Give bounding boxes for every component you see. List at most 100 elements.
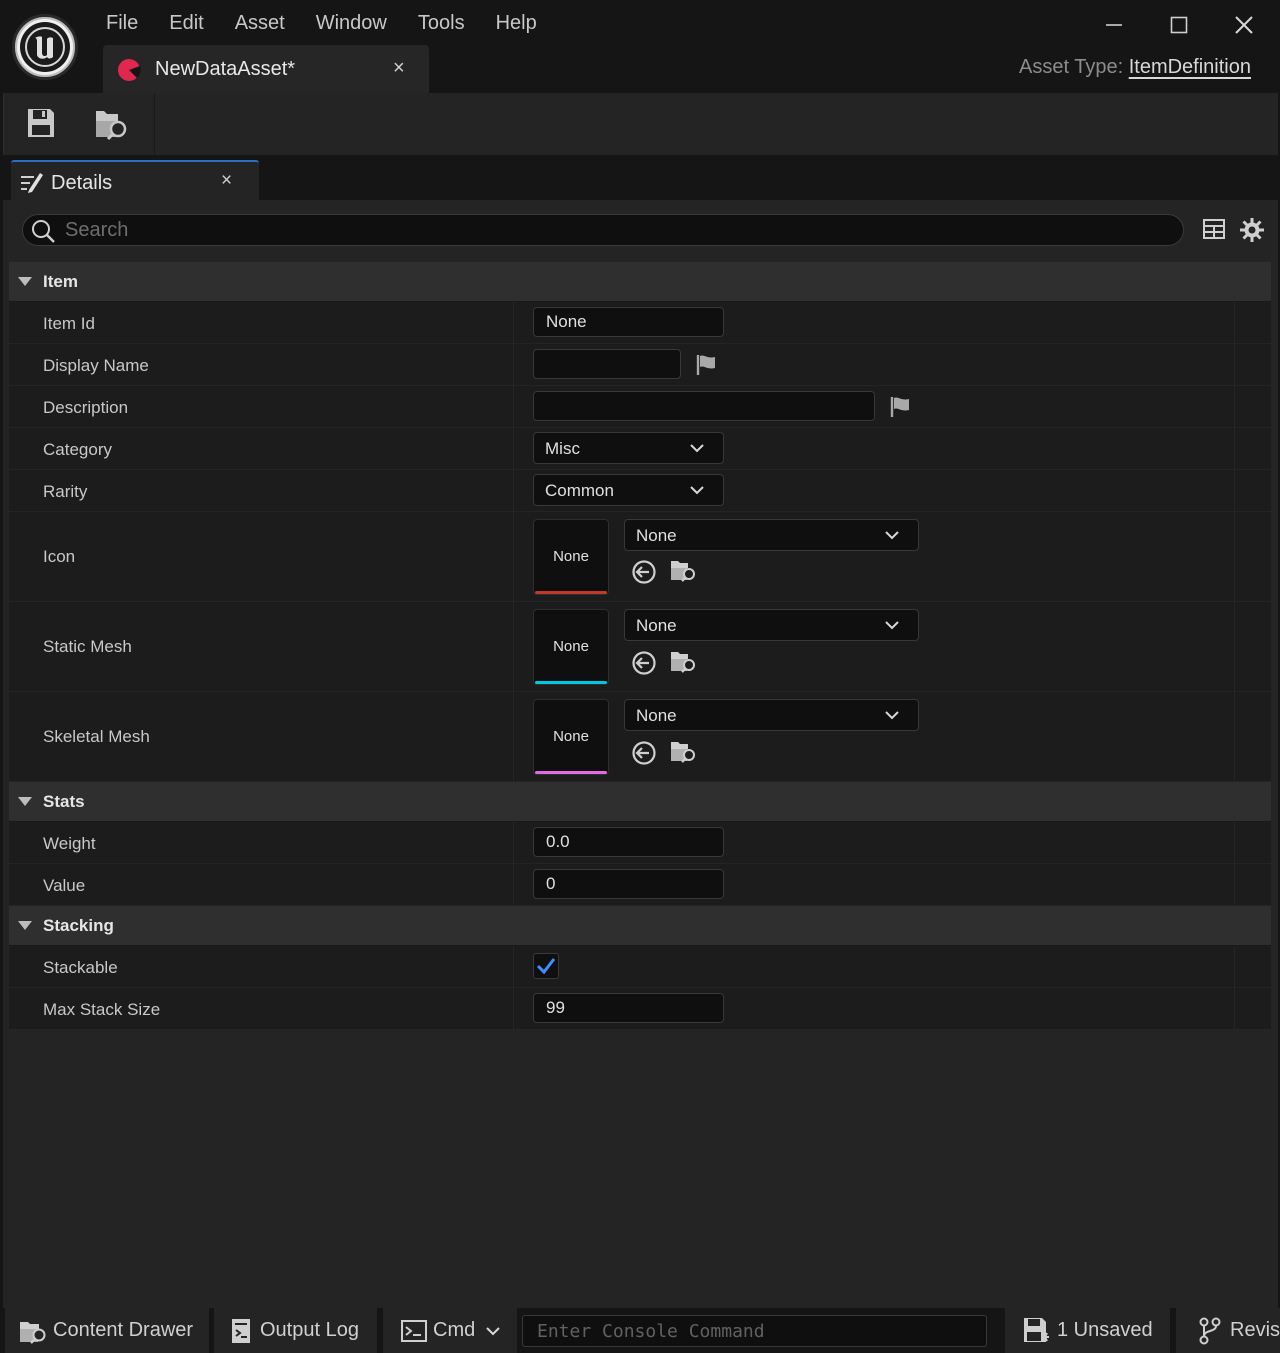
property-row-description: Description <box>9 386 1271 428</box>
use-selected-asset-icon[interactable] <box>631 740 657 766</box>
property-row-category: Category Misc <box>9 428 1271 470</box>
search-icon <box>32 220 55 243</box>
asset-picker-value: None <box>636 526 677 545</box>
details-tab-close-button[interactable]: × <box>221 170 232 192</box>
revision-control-button[interactable]: Revis <box>1176 1308 1280 1353</box>
menu-bar: File Edit Asset Window Tools Help <box>92 8 554 42</box>
output-log-label: Output Log <box>260 1319 359 1341</box>
asset-type-label: Asset Type: <box>1019 56 1124 78</box>
document-tab-close-button[interactable]: × <box>393 57 405 80</box>
content-drawer-label: Content Drawer <box>53 1319 194 1341</box>
content-drawer-icon <box>20 1321 46 1344</box>
item-id-field[interactable]: None <box>533 307 724 337</box>
asset-type-link[interactable]: ItemDefinition <box>1129 56 1251 78</box>
data-asset-icon <box>118 59 141 81</box>
property-row-static-mesh: Static Mesh None None <box>9 602 1271 692</box>
browse-asset-icon[interactable] <box>670 558 698 584</box>
save-icon <box>28 109 54 137</box>
settings-button[interactable] <box>1239 217 1265 243</box>
title-bar: File Edit Asset Window Tools Help NewDat… <box>0 0 1280 93</box>
icon-thumbnail[interactable]: None <box>533 519 609 595</box>
property-row-skeletal-mesh: Skeletal Mesh None None <box>9 692 1271 782</box>
static-mesh-thumbnail[interactable]: None <box>533 609 609 685</box>
thumbnail-label: None <box>553 638 589 655</box>
settings-gear-icon <box>1240 218 1264 242</box>
static-mesh-asset-picker[interactable]: None <box>624 609 919 641</box>
asset-type-color-bar <box>535 771 607 774</box>
property-row-stackable: Stackable <box>9 946 1271 988</box>
details-tab[interactable]: Details × <box>11 160 259 200</box>
minimize-button[interactable] <box>1089 8 1139 42</box>
browse-asset-icon[interactable] <box>670 739 698 765</box>
description-field[interactable] <box>533 391 875 421</box>
toolbar-divider <box>154 93 155 155</box>
menu-tools[interactable]: Tools <box>404 8 482 42</box>
chevron-down-icon <box>885 531 899 540</box>
status-bar: Content Drawer Output Log Cmd 1 Unsaved <box>0 1308 1280 1353</box>
use-selected-asset-icon[interactable] <box>631 650 657 676</box>
skeletal-mesh-asset-picker[interactable]: None <box>624 699 919 731</box>
category-stats[interactable]: Stats <box>9 782 1271 822</box>
skeletal-mesh-thumbnail[interactable]: None <box>533 699 609 775</box>
menu-edit[interactable]: Edit <box>155 8 220 42</box>
save-button[interactable] <box>26 107 62 143</box>
maximize-button[interactable] <box>1154 8 1204 42</box>
asset-picker-value: None <box>636 616 677 635</box>
menu-help[interactable]: Help <box>482 8 554 42</box>
property-row-display-name: Display Name <box>9 344 1271 386</box>
category-dropdown-value: Misc <box>545 439 580 458</box>
max-stack-size-field[interactable]: 99 <box>533 993 724 1023</box>
category-item[interactable]: Item <box>9 262 1271 302</box>
property-row-item-id: Item Id None <box>9 302 1271 344</box>
rarity-dropdown-value: Common <box>545 481 614 500</box>
details-edit-icon <box>21 173 43 193</box>
unsaved-assets-button[interactable]: 1 Unsaved <box>1005 1308 1170 1353</box>
localization-flag-icon[interactable] <box>889 396 911 418</box>
console-icon <box>401 1319 427 1342</box>
menu-file[interactable]: File <box>92 8 155 42</box>
output-log-button[interactable]: Output Log <box>214 1308 377 1353</box>
category-stacking[interactable]: Stacking <box>9 906 1271 946</box>
maximize-icon <box>1170 16 1188 34</box>
chevron-down-icon <box>690 444 704 453</box>
close-window-button[interactable] <box>1219 8 1269 42</box>
property-label: Stackable <box>43 958 118 977</box>
use-selected-asset-icon[interactable] <box>631 559 657 585</box>
asset-picker-value: None <box>636 706 677 725</box>
property-label: Description <box>43 398 129 417</box>
property-label: Max Stack Size <box>43 1000 161 1019</box>
console-command-input[interactable] <box>523 1316 986 1346</box>
table-view-icon <box>1203 219 1225 239</box>
property-label: Category <box>43 440 112 459</box>
document-tab[interactable]: NewDataAsset* × <box>103 45 429 93</box>
rarity-dropdown[interactable]: Common <box>533 474 724 506</box>
details-search <box>22 214 1184 246</box>
search-input[interactable] <box>65 217 1165 243</box>
unreal-logo-icon[interactable] <box>12 14 78 80</box>
details-panel: Item Item Id None Display Name Descripti… <box>3 200 1278 1308</box>
category-title: Stacking <box>43 916 114 935</box>
property-label: Icon <box>43 547 76 566</box>
asset-type-color-bar <box>535 591 607 594</box>
display-name-field[interactable] <box>533 349 681 379</box>
thumbnail-label: None <box>553 548 589 565</box>
browse-asset-icon[interactable] <box>670 649 698 675</box>
weight-field[interactable]: 0.0 <box>533 827 724 857</box>
stackable-checkbox[interactable] <box>533 953 559 979</box>
table-view-button[interactable] <box>1202 217 1228 243</box>
icon-asset-picker[interactable]: None <box>624 519 919 551</box>
unsaved-label: 1 Unsaved <box>1057 1319 1153 1341</box>
cmd-selector[interactable]: Cmd <box>383 1308 517 1353</box>
browse-to-asset-button[interactable] <box>94 107 130 143</box>
source-control-branch-icon <box>1199 1317 1221 1344</box>
revision-label: Revis <box>1230 1319 1280 1341</box>
menu-asset[interactable]: Asset <box>221 8 302 42</box>
content-drawer-button[interactable]: Content Drawer <box>5 1308 209 1353</box>
localization-flag-icon[interactable] <box>695 354 717 376</box>
category-dropdown[interactable]: Misc <box>533 432 724 464</box>
property-row-max-stack-size: Max Stack Size 99 <box>9 988 1271 1030</box>
menu-window[interactable]: Window <box>302 8 404 42</box>
value-field[interactable]: 0 <box>533 869 724 899</box>
property-grid: Item Item Id None Display Name Descripti… <box>9 262 1271 1030</box>
output-log-icon <box>232 1318 250 1343</box>
